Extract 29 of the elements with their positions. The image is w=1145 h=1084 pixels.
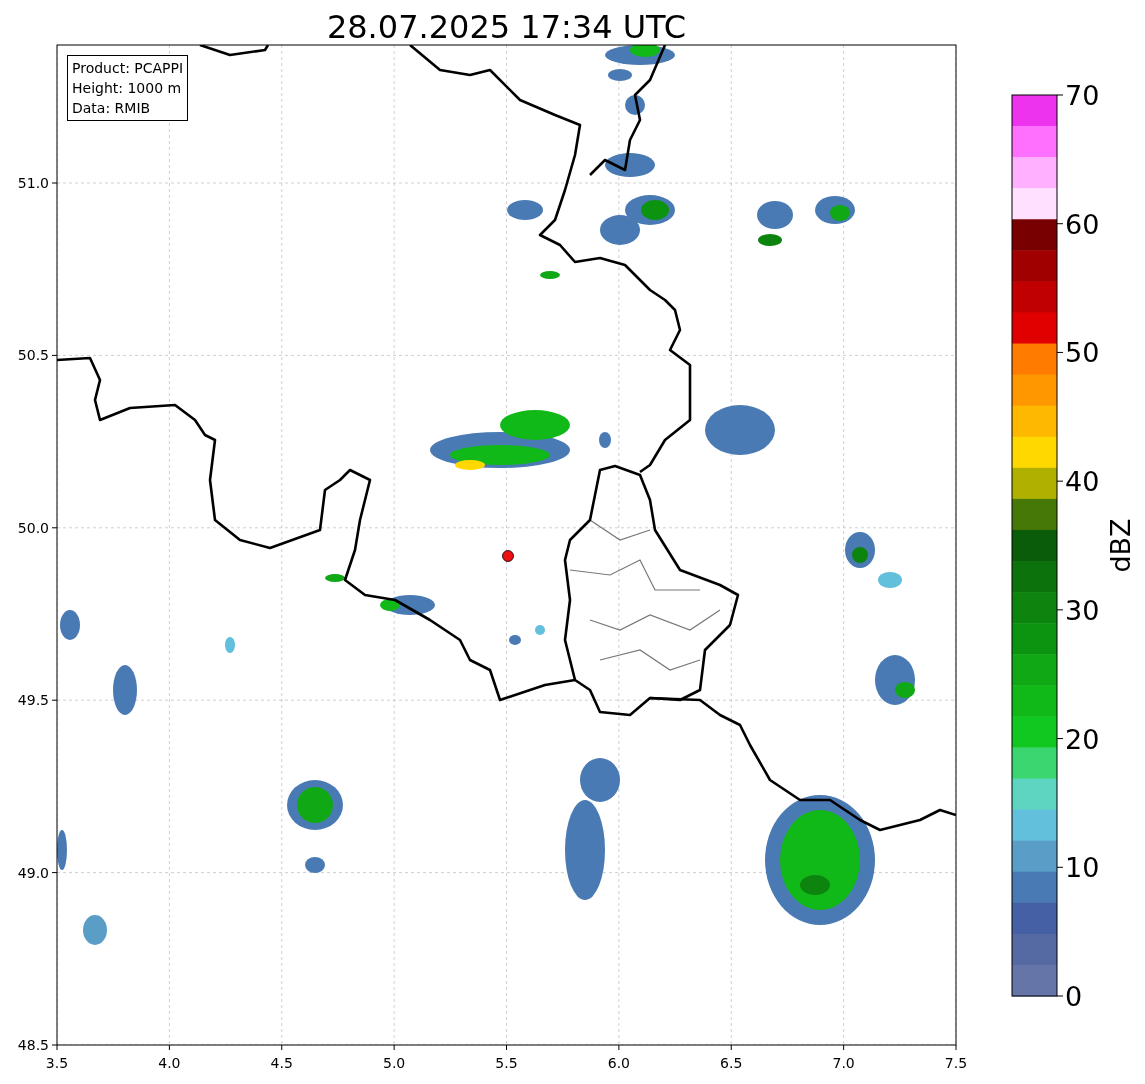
info-text: Height: 1000 m xyxy=(72,79,183,98)
colorbar-tick-label: 40 xyxy=(1065,466,1100,498)
colorbar-tick-label: 50 xyxy=(1065,337,1100,369)
colorbar-tick-label: 60 xyxy=(1065,208,1100,240)
x-tick-label: 6.0 xyxy=(607,1055,630,1071)
colorbar-tick-label: 30 xyxy=(1065,594,1100,626)
x-tick-label: 4.5 xyxy=(270,1055,293,1071)
info-text: Product: PCAPPI xyxy=(72,59,184,78)
x-tick-label: 5.0 xyxy=(383,1055,406,1071)
chart-title: 28.07.2025 17:34 UTC xyxy=(326,8,687,46)
colorbar-tick-label: 10 xyxy=(1065,852,1100,884)
colorbar-tick-label: 0 xyxy=(1065,981,1083,1012)
colorbar-tick-label: 70 xyxy=(1065,80,1100,111)
x-tick-label: 5.5 xyxy=(495,1055,518,1071)
radar-site-marker xyxy=(502,550,514,562)
info-text: Data: RMIB xyxy=(72,99,152,118)
x-tick-label: 7.5 xyxy=(944,1055,968,1071)
y-tick-label: 50.0 xyxy=(17,519,49,536)
x-tick-label: 3.5 xyxy=(45,1055,69,1071)
colorbar-label: dBZ xyxy=(1105,518,1136,573)
x-tick-label: 4.0 xyxy=(158,1055,181,1071)
y-tick-label: 51.0 xyxy=(17,175,49,191)
y-tick-label: 48.5 xyxy=(17,1037,49,1053)
x-tick-label: 6.5 xyxy=(720,1055,743,1071)
y-tick-label: 50.5 xyxy=(17,347,49,364)
y-tick-label: 49.5 xyxy=(17,692,49,709)
y-tick-label: 49.0 xyxy=(17,864,49,881)
x-tick-label: 7.0 xyxy=(832,1055,855,1071)
colorbar-tick-label: 20 xyxy=(1065,723,1100,755)
